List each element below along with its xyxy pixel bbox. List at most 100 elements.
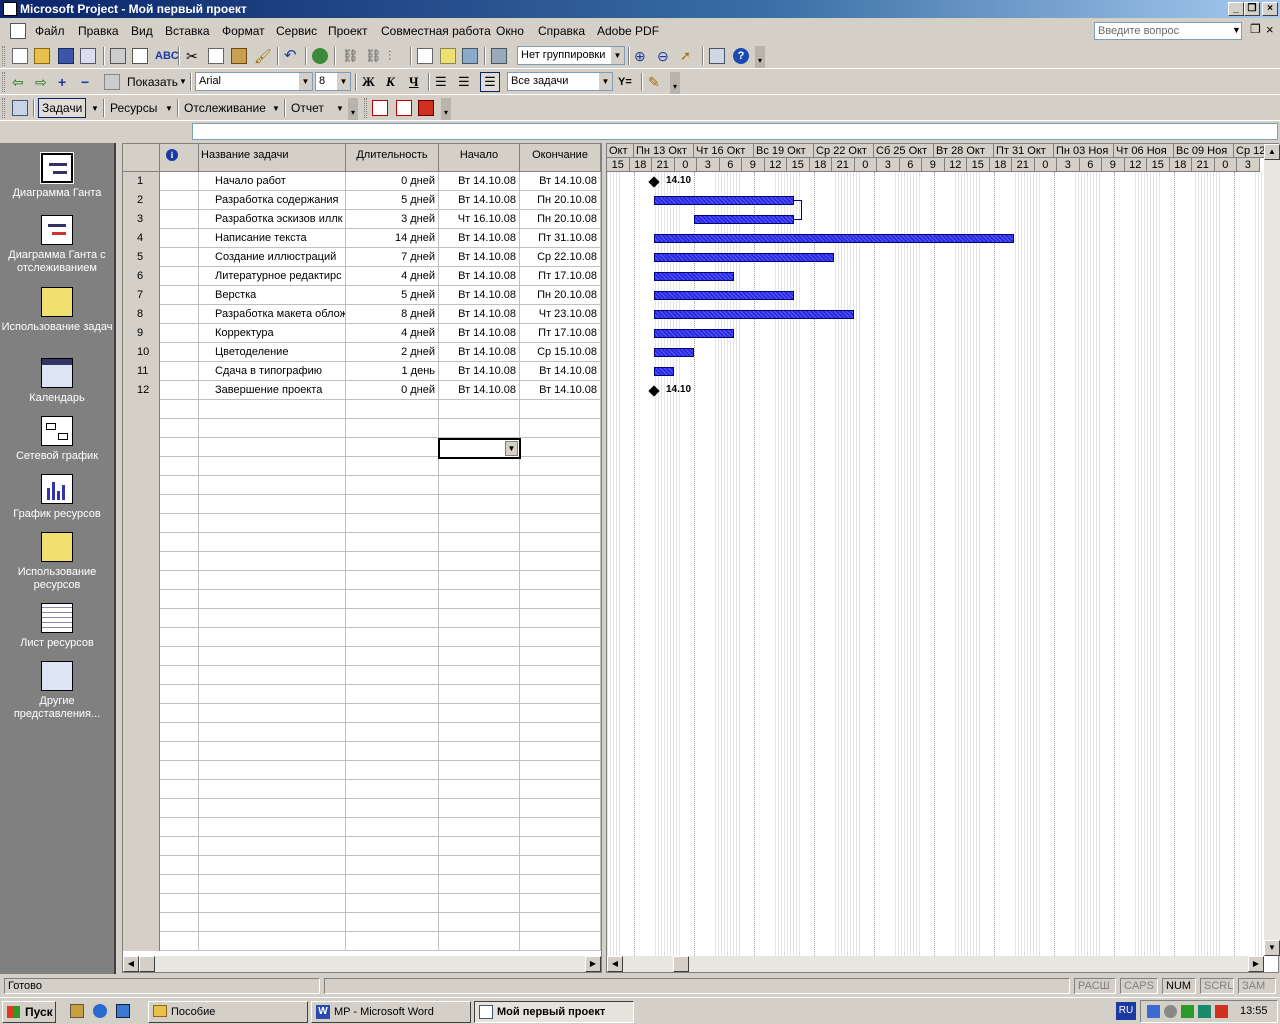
row-id[interactable] xyxy=(123,457,160,476)
finish-cell[interactable]: Пн 20.10.08 xyxy=(520,210,601,229)
table-row[interactable] xyxy=(123,723,601,742)
gantt-wizard-icon[interactable]: ✎ xyxy=(648,74,664,90)
indicator-cell[interactable] xyxy=(160,305,199,324)
menu-edit[interactable]: Правка xyxy=(78,24,119,38)
duration-cell[interactable] xyxy=(346,476,439,495)
task-name-cell[interactable] xyxy=(199,647,346,666)
table-row[interactable] xyxy=(123,514,601,533)
duration-cell[interactable]: 4 дней xyxy=(346,324,439,343)
pdf-convert-icon[interactable] xyxy=(372,100,388,116)
show-subtasks-icon[interactable]: + xyxy=(58,74,74,90)
task-name-cell[interactable]: Цветоделение xyxy=(199,343,346,362)
restore-button[interactable]: ❐ xyxy=(1244,2,1260,16)
row-id[interactable] xyxy=(123,495,160,514)
row-id[interactable]: 3 xyxy=(123,210,160,229)
start-cell[interactable]: Вт 14.10.08 xyxy=(439,324,520,343)
finish-cell[interactable] xyxy=(520,533,601,552)
indicator-cell[interactable] xyxy=(160,609,199,628)
indicator-cell[interactable] xyxy=(160,495,199,514)
open-icon[interactable] xyxy=(34,48,50,64)
start-cell[interactable] xyxy=(439,875,520,894)
table-row[interactable] xyxy=(123,875,601,894)
row-id[interactable] xyxy=(123,913,160,932)
toolbar-options-icon[interactable]: ▾ xyxy=(348,98,358,120)
start-cell[interactable] xyxy=(439,761,520,780)
indicator-cell[interactable] xyxy=(160,685,199,704)
row-id[interactable] xyxy=(123,685,160,704)
doc-close-icon[interactable]: × xyxy=(1266,22,1274,37)
column-header-finish[interactable]: Окончание xyxy=(520,144,601,172)
start-cell[interactable] xyxy=(439,495,520,514)
quicklaunch-icon[interactable] xyxy=(70,1004,84,1018)
indicator-cell[interactable] xyxy=(160,856,199,875)
indicator-cell[interactable] xyxy=(160,381,199,400)
row-id[interactable] xyxy=(123,875,160,894)
finish-cell[interactable] xyxy=(520,856,601,875)
ask-question-input[interactable]: Введите вопрос xyxy=(1094,22,1242,40)
chevron-down-icon[interactable]: ▼ xyxy=(165,104,173,113)
gantt-vscrollbar[interactable]: ▲ ▼ xyxy=(1264,144,1280,956)
cut-icon[interactable]: ✂ xyxy=(186,48,202,64)
duration-cell[interactable] xyxy=(346,799,439,818)
task-name-cell[interactable] xyxy=(199,628,346,647)
view-resource-graph[interactable]: График ресурсов xyxy=(0,474,114,521)
table-row[interactable]: 1 Начало работ 0 дней Вт 14.10.08 Вт 14.10.0… xyxy=(123,172,601,191)
finish-cell[interactable] xyxy=(520,666,601,685)
menu-window[interactable]: Окно xyxy=(496,24,524,38)
antivirus-icon[interactable] xyxy=(1181,1005,1194,1018)
toolbar-grip[interactable] xyxy=(2,72,5,92)
scroll-left-icon[interactable]: ◀ xyxy=(607,956,623,972)
menu-insert[interactable]: Вставка xyxy=(165,24,210,38)
finish-cell[interactable] xyxy=(520,780,601,799)
row-id[interactable] xyxy=(123,609,160,628)
start-cell[interactable] xyxy=(439,666,520,685)
duration-cell[interactable] xyxy=(346,647,439,666)
gantt-task-bar[interactable] xyxy=(654,310,854,319)
indicator-cell[interactable] xyxy=(160,704,199,723)
task-name-cell[interactable] xyxy=(199,666,346,685)
start-cell-editor[interactable]: ▼ xyxy=(438,438,521,459)
indicator-cell[interactable] xyxy=(160,894,199,913)
indicator-cell[interactable] xyxy=(160,286,199,305)
table-row[interactable] xyxy=(123,419,601,438)
search-files-icon[interactable] xyxy=(80,48,96,64)
language-indicator[interactable]: RU xyxy=(1116,1002,1136,1020)
row-id[interactable] xyxy=(123,723,160,742)
start-cell[interactable] xyxy=(439,913,520,932)
task-name-cell[interactable] xyxy=(199,571,346,590)
finish-cell[interactable] xyxy=(520,457,601,476)
indicator-cell[interactable] xyxy=(160,780,199,799)
start-cell[interactable] xyxy=(439,818,520,837)
gantt-task-bar[interactable] xyxy=(654,348,694,357)
indicator-cell[interactable] xyxy=(160,818,199,837)
duration-cell[interactable]: 7 дней xyxy=(346,248,439,267)
start-cell[interactable]: Вт 14.10.08 xyxy=(439,172,520,191)
table-row[interactable]: 6 Литературное редактирс 4 дней Вт 14.10.08… xyxy=(123,267,601,286)
doc-restore-icon[interactable]: ❐ xyxy=(1250,22,1261,36)
task-name-cell[interactable] xyxy=(199,761,346,780)
start-cell[interactable] xyxy=(439,723,520,742)
scroll-right-icon[interactable]: ▶ xyxy=(585,956,601,972)
table-row[interactable] xyxy=(123,913,601,932)
align-right-icon[interactable]: ☰ xyxy=(480,72,500,92)
indicator-cell[interactable] xyxy=(160,419,199,438)
zoom-out-icon[interactable]: ⊖ xyxy=(657,48,673,64)
gantt-task-bar[interactable] xyxy=(654,367,674,376)
task-notes-icon[interactable] xyxy=(440,48,456,64)
view-network-diagram[interactable]: Сетевой график xyxy=(0,416,114,463)
view-tracking-gantt[interactable]: Диаграмма Ганта с отслеживанием xyxy=(0,215,114,275)
finish-cell[interactable] xyxy=(520,495,601,514)
task-name-cell[interactable] xyxy=(199,438,346,457)
tracking-button[interactable]: Отслеживание xyxy=(184,101,266,115)
duration-cell[interactable] xyxy=(346,609,439,628)
task-name-cell[interactable] xyxy=(199,533,346,552)
paste-icon[interactable] xyxy=(231,48,247,64)
chevron-down-icon[interactable]: ▼ xyxy=(272,104,280,113)
indicator-cell[interactable] xyxy=(160,362,199,381)
task-name-cell[interactable] xyxy=(199,856,346,875)
duration-cell[interactable]: 2 дней xyxy=(346,343,439,362)
table-row[interactable] xyxy=(123,400,601,419)
duration-cell[interactable] xyxy=(346,438,439,457)
start-cell[interactable] xyxy=(439,704,520,723)
start-cell[interactable] xyxy=(439,571,520,590)
